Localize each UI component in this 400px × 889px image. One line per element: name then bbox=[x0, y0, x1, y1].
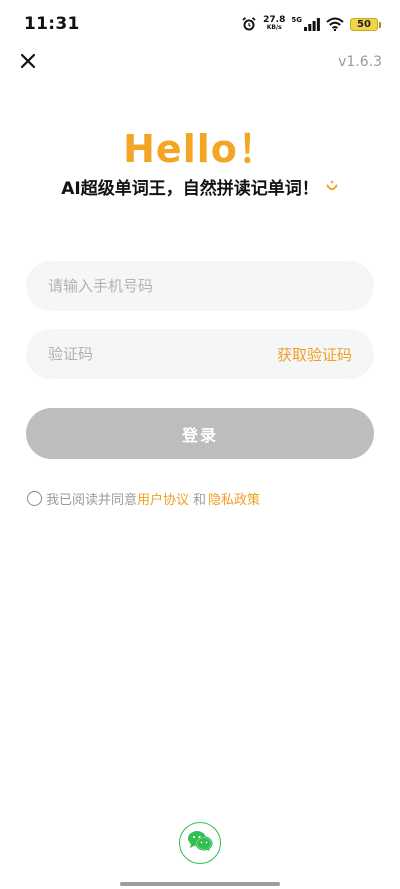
battery-indicator: 50 bbox=[350, 17, 381, 31]
agreement-prefix: 我已阅读并同意 bbox=[46, 493, 138, 508]
hello-title: Hello！ bbox=[123, 127, 277, 171]
net-speed-value: 27.8 bbox=[263, 15, 286, 25]
code-input[interactable] bbox=[48, 345, 277, 363]
wechat-login-button[interactable] bbox=[179, 822, 221, 864]
code-field: 获取验证码 bbox=[26, 329, 374, 379]
wechat-icon bbox=[187, 830, 213, 856]
network-type: 5G bbox=[291, 16, 302, 24]
tagline-text: AI超级单词王，自然拼读记单词！ bbox=[61, 179, 319, 199]
user-agreement-link[interactable]: 用户协议 bbox=[137, 489, 189, 508]
status-bar: 11:31 27.8 KB/s 5G 50 bbox=[0, 0, 400, 48]
phone-field bbox=[26, 261, 374, 311]
net-speed: 27.8 KB/s bbox=[263, 16, 285, 32]
get-code-button[interactable]: 获取验证码 bbox=[277, 344, 352, 365]
agreement-row: 我已阅读并同意 用户协议 和 隐私政策 bbox=[27, 489, 260, 508]
version-label: v1.6.3 bbox=[338, 54, 382, 70]
alarm-icon bbox=[241, 16, 257, 32]
phone-input[interactable] bbox=[48, 277, 352, 295]
wifi-icon bbox=[326, 17, 344, 31]
net-speed-unit: KB/s bbox=[266, 24, 282, 31]
status-icons: 27.8 KB/s 5G 50 bbox=[241, 16, 381, 32]
signal-icon bbox=[304, 17, 320, 31]
agreement-and: 和 bbox=[193, 493, 207, 508]
close-icon bbox=[20, 53, 36, 73]
home-indicator[interactable] bbox=[120, 882, 280, 886]
agree-radio[interactable] bbox=[27, 491, 42, 506]
login-screen: 11:31 27.8 KB/s 5G 50 v1.6.3 Hello！ AI超级… bbox=[0, 0, 400, 889]
status-time: 11:31 bbox=[24, 14, 80, 34]
login-button[interactable]: 登录 bbox=[26, 408, 374, 459]
tagline: AI超级单词王，自然拼读记单词！ bbox=[0, 174, 400, 199]
privacy-policy-link[interactable]: 隐私政策 bbox=[208, 489, 260, 508]
close-button[interactable] bbox=[16, 51, 40, 75]
smile-icon bbox=[325, 180, 339, 194]
battery-level: 50 bbox=[357, 18, 371, 30]
